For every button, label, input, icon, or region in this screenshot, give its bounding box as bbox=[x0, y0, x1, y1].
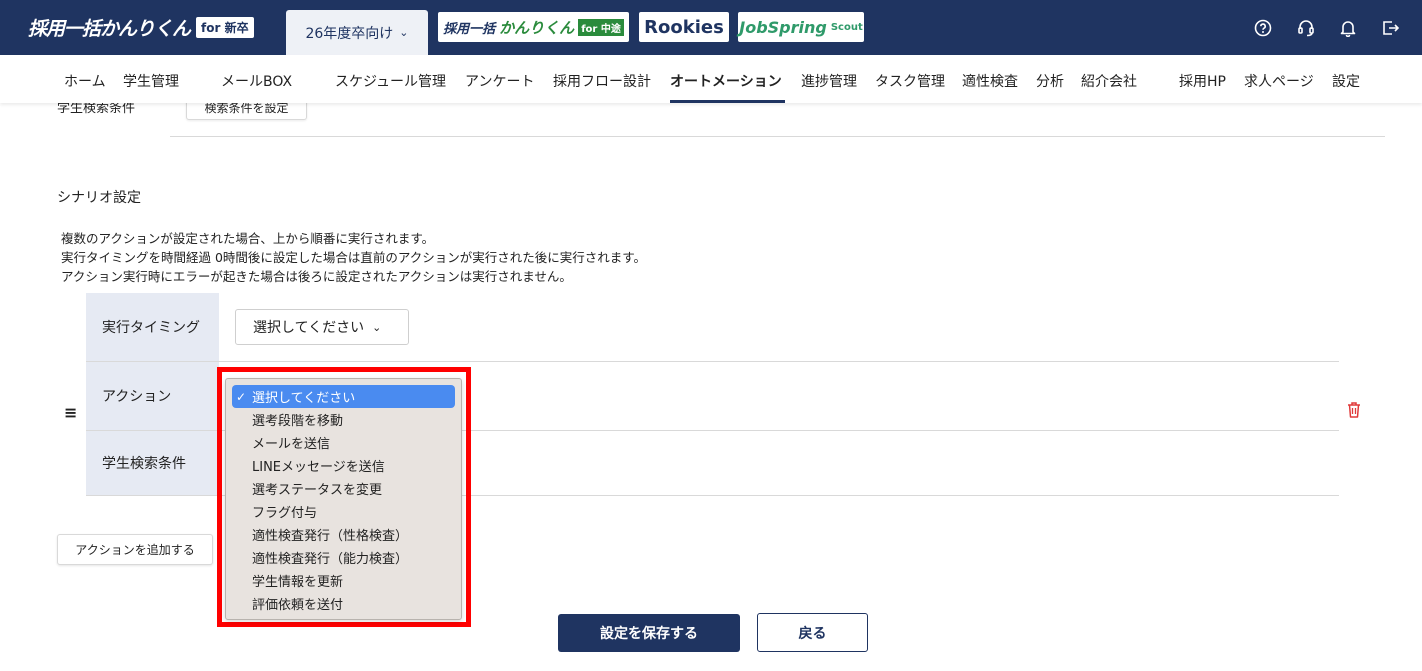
year-select[interactable]: 26年度卒向け ⌄ bbox=[286, 10, 428, 55]
action-label: アクション bbox=[86, 362, 219, 430]
nav-home[interactable]: ホーム bbox=[64, 71, 106, 91]
main-nav: ホーム 学生管理 メールBOX スケジュール管理 アンケート 採用フロー設計 オ… bbox=[0, 55, 1422, 103]
trash-icon[interactable] bbox=[1346, 401, 1362, 419]
logo-badge: for 新卒 bbox=[196, 16, 254, 38]
dropdown-option-ability-test[interactable]: 適性検査発行（能力検査） bbox=[232, 546, 455, 569]
nav-mailbox[interactable]: メールBOX bbox=[221, 71, 292, 91]
dropdown-option-personality-test[interactable]: 適性検査発行（性格検査） bbox=[232, 523, 455, 546]
option-label: 選択してください bbox=[252, 391, 356, 406]
nav-flow-design[interactable]: 採用フロー設計 bbox=[553, 71, 651, 91]
logo-text: 採用一括かんりくん bbox=[28, 17, 191, 40]
chuto-service-link[interactable]: 採用一括 かんりくん for 中途 bbox=[438, 12, 629, 42]
chevron-down-icon: ⌄ bbox=[399, 26, 409, 39]
dropdown-option-placeholder[interactable]: ✓ 選択してください bbox=[232, 385, 455, 408]
back-button[interactable]: 戻る bbox=[757, 613, 868, 652]
logout-icon[interactable] bbox=[1381, 19, 1399, 37]
dropdown-option-send-line[interactable]: LINEメッセージを送信 bbox=[232, 454, 455, 477]
timing-label: 実行タイミング bbox=[86, 293, 219, 361]
scenario-desc-2: 実行タイミングを時間経過 0時間後に設定した場合は直前のアクションが実行された後… bbox=[61, 250, 647, 265]
nav-progress[interactable]: 進捗管理 bbox=[801, 71, 857, 91]
add-action-button[interactable]: アクションを追加する bbox=[57, 534, 213, 565]
nav-settings[interactable]: 設定 bbox=[1332, 71, 1360, 91]
search-condition-label: 学生検索条件 bbox=[86, 431, 219, 495]
save-settings-button[interactable]: 設定を保存する bbox=[558, 614, 740, 652]
nav-recruit-hp[interactable]: 採用HP bbox=[1179, 71, 1226, 91]
dropdown-option-move-stage[interactable]: 選考段階を移動 bbox=[232, 408, 455, 431]
nav-automation[interactable]: オートメーション bbox=[670, 71, 782, 91]
dropdown-option-send-mail[interactable]: メールを送信 bbox=[232, 431, 455, 454]
timing-row: 実行タイミング 選択してください ⌄ bbox=[86, 293, 1339, 362]
chevron-down-icon: ⌄ bbox=[372, 320, 382, 334]
chuto-logo-text2: かんりくん bbox=[499, 18, 575, 37]
timing-select-value: 選択してください bbox=[253, 320, 365, 336]
headset-icon[interactable] bbox=[1297, 19, 1315, 37]
jobspring-link[interactable]: JobSpring Scout bbox=[738, 12, 864, 42]
chuto-logo-text1: 採用一括 bbox=[443, 21, 496, 37]
nav-agencies[interactable]: 紹介会社 bbox=[1081, 71, 1137, 91]
year-select-value: 26年度卒向け bbox=[305, 25, 394, 42]
dropdown-option-add-flag[interactable]: フラグ付与 bbox=[232, 500, 455, 523]
scenario-desc-3: アクション実行時にエラーが起きた場合は後ろに設定されたアクションは実行されません… bbox=[61, 269, 572, 284]
active-tab-indicator bbox=[670, 100, 785, 103]
dropdown-option-change-status[interactable]: 選考ステータスを変更 bbox=[232, 477, 455, 500]
nav-schedule[interactable]: スケジュール管理 bbox=[335, 71, 446, 91]
help-icon[interactable] bbox=[1254, 19, 1272, 37]
nav-job-page[interactable]: 求人ページ bbox=[1244, 71, 1314, 91]
dropdown-option-request-evaluation[interactable]: 評価依頼を送付 bbox=[232, 592, 455, 615]
rookies-link[interactable]: Rookies bbox=[639, 12, 729, 42]
top-header: 採用一括かんりくん for 新卒 26年度卒向け ⌄ 採用一括 かんりくん fo… bbox=[0, 0, 1422, 55]
jobspring-logo-text: JobSpring bbox=[739, 17, 827, 37]
jobspring-logo-sub: Scout bbox=[830, 21, 863, 33]
bell-icon[interactable] bbox=[1339, 19, 1357, 37]
chuto-logo-badge: for 中途 bbox=[578, 18, 624, 36]
scenario-desc-1: 複数のアクションが設定された場合、上から順番に実行されます。 bbox=[61, 231, 435, 246]
drag-handle-icon[interactable]: ≡ bbox=[64, 403, 77, 422]
nav-aptitude[interactable]: 適性検査 bbox=[962, 71, 1018, 91]
nav-students[interactable]: 学生管理 bbox=[123, 71, 179, 91]
nav-survey[interactable]: アンケート bbox=[465, 71, 534, 91]
scenario-title: シナリオ設定 bbox=[57, 190, 141, 206]
app-logo[interactable]: 採用一括かんりくん for 新卒 bbox=[28, 14, 254, 40]
check-icon: ✓ bbox=[236, 389, 247, 404]
nav-tasks[interactable]: タスク管理 bbox=[875, 71, 945, 91]
dropdown-option-update-student[interactable]: 学生情報を更新 bbox=[232, 569, 455, 592]
action-select-dropdown[interactable]: ✓ 選択してください 選考段階を移動 メールを送信 LINEメッセージを送信 選… bbox=[225, 378, 462, 620]
timing-select[interactable]: 選択してください ⌄ bbox=[235, 309, 409, 345]
nav-analytics[interactable]: 分析 bbox=[1036, 71, 1064, 91]
divider bbox=[170, 136, 1385, 137]
